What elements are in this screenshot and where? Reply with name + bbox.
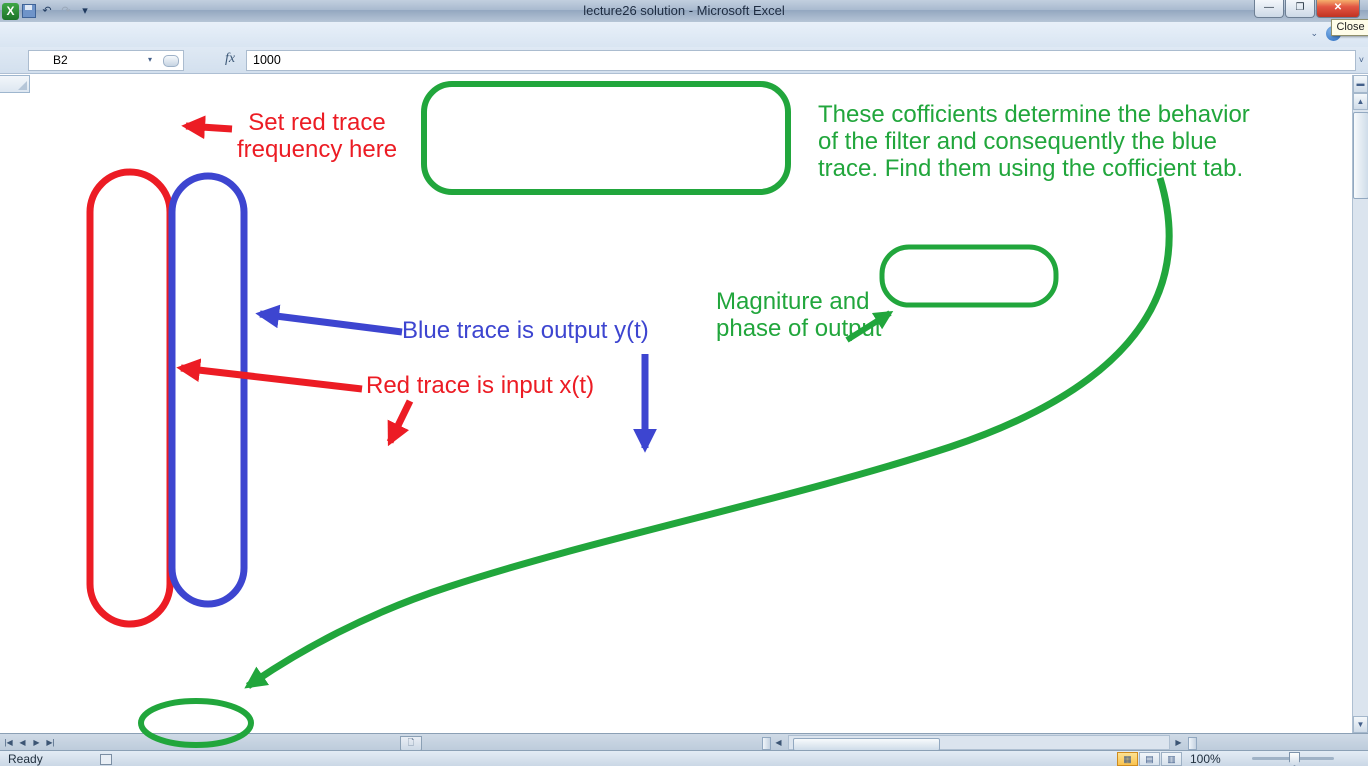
ribbon-tab-bar: ⌄ ? — [0, 22, 1368, 48]
annotation-blue-trace: Blue trace is output y(t) [402, 317, 649, 344]
formula-bar-expand-icon[interactable]: ˅ [1359, 55, 1364, 65]
sheet-tab-strip: |◀ ◀ ▶ ▶| 🗋 ◀ ▶ [0, 733, 1368, 751]
green-arrow-to-phase-gain [847, 313, 890, 340]
green-box-bilinear [424, 84, 788, 192]
excel-window: X ↶ ↷ ▾ lecture26 solution - Microsoft E… [0, 0, 1368, 766]
minimize-button[interactable]: — [1254, 0, 1284, 18]
formula-bar-splitter[interactable] [163, 55, 179, 67]
status-ready: Ready [8, 752, 43, 766]
hscroll-right-icon[interactable]: ▶ [1172, 736, 1185, 749]
scroll-up-icon[interactable]: ▲ [1353, 93, 1368, 110]
page-break-view-button[interactable]: ▥ [1161, 752, 1182, 766]
formula-input[interactable]: 1000 [246, 50, 1356, 71]
name-box-dropdown-icon[interactable]: ▾ [142, 50, 158, 69]
name-box[interactable]: B2 [28, 50, 184, 71]
tab-split-handle[interactable] [762, 737, 771, 750]
vertical-split-handle[interactable]: ▬ [1353, 75, 1368, 93]
annotation-coefficients: These cofficients determine the behavior… [818, 101, 1250, 182]
formula-bar: B2 ▾ fx 1000 ˅ [0, 47, 1368, 74]
tab-prev-icon[interactable]: ◀ [16, 736, 29, 749]
save-icon[interactable] [22, 4, 36, 18]
tab-next-icon[interactable]: ▶ [30, 736, 43, 749]
select-all-corner[interactable] [0, 75, 30, 93]
title-bar: X ↶ ↷ ▾ lecture26 solution - Microsoft E… [0, 0, 1368, 23]
page-layout-view-button[interactable]: ▤ [1139, 752, 1160, 766]
blue-arrow-to-output-column [260, 314, 402, 332]
zoom-level[interactable]: 100% [1190, 752, 1221, 766]
annotation-magnitude-phase: Magniture and phase of output [716, 288, 881, 342]
blue-oval-output-column [172, 176, 244, 604]
close-tooltip: Close [1331, 19, 1368, 36]
green-box-phase-gain [882, 247, 1056, 305]
hscroll-split-handle[interactable] [1188, 737, 1197, 750]
macro-record-icon[interactable] [100, 754, 112, 765]
undo-icon[interactable]: ↶ [39, 3, 55, 19]
excel-logo-icon[interactable]: X [2, 3, 19, 20]
insert-worksheet-icon[interactable]: 🗋 [400, 736, 422, 751]
tab-first-icon[interactable]: |◀ [2, 736, 15, 749]
status-bar: Ready ▦ ▤ ▥ 100% − + [0, 750, 1368, 766]
ribbon-collapse-icon[interactable]: ⌄ [1310, 28, 1318, 39]
red-arrow-to-freq-cell [186, 126, 232, 129]
quick-access-toolbar: X ↶ ↷ ▾ [2, 1, 93, 21]
vertical-scroll-thumb[interactable] [1353, 112, 1368, 199]
annotation-set-frequency: Set red trace frequency here [222, 109, 412, 163]
tab-last-icon[interactable]: ▶| [44, 736, 57, 749]
insert-function-icon[interactable]: fx [225, 51, 235, 67]
chart[interactable] [302, 356, 1368, 733]
redo-icon: ↷ [58, 3, 74, 19]
normal-view-button[interactable]: ▦ [1117, 752, 1138, 766]
hscroll-left-icon[interactable]: ◀ [772, 736, 785, 749]
close-button[interactable]: ✕ [1316, 0, 1360, 18]
red-oval-input-column [90, 172, 170, 624]
horizontal-scrollbar[interactable] [788, 735, 1170, 750]
qat-customize-icon[interactable]: ▾ [77, 3, 93, 19]
window-title: lecture26 solution - Microsoft Excel [200, 3, 1168, 18]
restore-button[interactable]: ❐ [1285, 0, 1315, 18]
